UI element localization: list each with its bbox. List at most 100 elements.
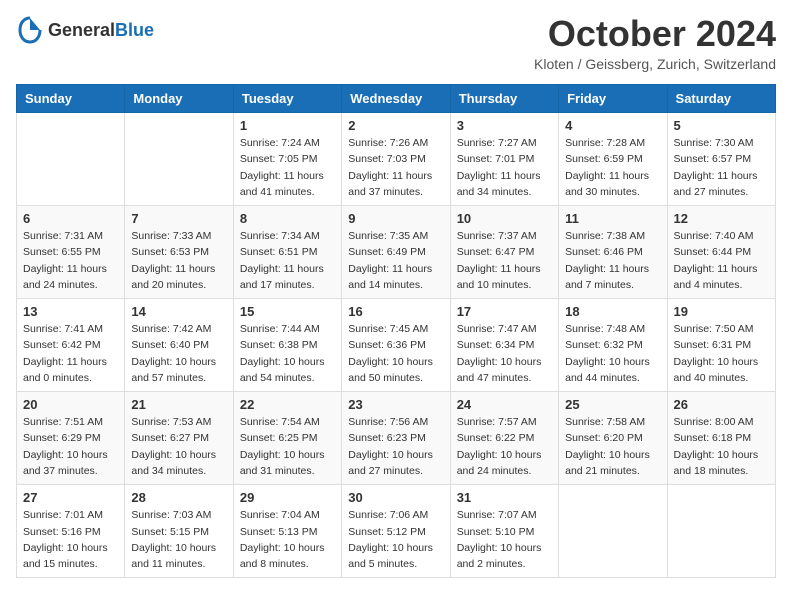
day-info: Sunrise: 7:24 AM Sunset: 7:05 PM Dayligh…	[240, 135, 335, 200]
calendar-cell: 19Sunrise: 7:50 AM Sunset: 6:31 PM Dayli…	[667, 299, 775, 392]
day-number: 25	[565, 397, 660, 412]
day-number: 10	[457, 211, 552, 226]
logo-icon	[16, 16, 44, 44]
day-number: 14	[131, 304, 226, 319]
calendar-cell: 9 Sunrise: 7:35 AM Sunset: 6:49 PM Daylig…	[342, 206, 450, 299]
calendar-week-row: 20 Sunrise: 7:51 AM Sunset: 6:29 PM Dayli…	[17, 392, 776, 485]
day-info: Sunrise: 7:57 AM Sunset: 6:22 PM Dayligh…	[457, 414, 552, 479]
day-number: 21	[131, 397, 226, 412]
calendar-cell: 20 Sunrise: 7:51 AM Sunset: 6:29 PM Dayli…	[17, 392, 125, 485]
calendar-cell: 26 Sunrise: 8:00 AM Sunset: 6:18 PM Dayli…	[667, 392, 775, 485]
day-info: Sunrise: 7:44 AM Sunset: 6:38 PM Dayligh…	[240, 321, 335, 386]
weekday-header: Monday	[125, 85, 233, 113]
day-info: Sunrise: 7:28 AM Sunset: 6:59 PM Dayligh…	[565, 135, 660, 200]
logo: GeneralBlue	[16, 16, 154, 44]
calendar-cell: 7 Sunrise: 7:33 AM Sunset: 6:53 PM Daylig…	[125, 206, 233, 299]
calendar-cell: 31Sunrise: 7:07 AM Sunset: 5:10 PM Dayli…	[450, 485, 558, 578]
day-info: Sunrise: 7:54 AM Sunset: 6:25 PM Dayligh…	[240, 414, 335, 479]
weekday-header: Saturday	[667, 85, 775, 113]
calendar-cell: 11 Sunrise: 7:38 AM Sunset: 6:46 PM Dayli…	[559, 206, 667, 299]
day-info: Sunrise: 7:41 AM Sunset: 6:42 PM Dayligh…	[23, 321, 118, 386]
calendar-cell: 29 Sunrise: 7:04 AM Sunset: 5:13 PM Dayli…	[233, 485, 341, 578]
day-number: 22	[240, 397, 335, 412]
day-info: Sunrise: 7:01 AM Sunset: 5:16 PM Dayligh…	[23, 507, 118, 572]
logo-blue-text: Blue	[115, 20, 154, 40]
calendar-cell: 1Sunrise: 7:24 AM Sunset: 7:05 PM Daylig…	[233, 113, 341, 206]
day-number: 26	[674, 397, 769, 412]
day-info: Sunrise: 7:42 AM Sunset: 6:40 PM Dayligh…	[131, 321, 226, 386]
day-number: 18	[565, 304, 660, 319]
calendar-week-row: 1Sunrise: 7:24 AM Sunset: 7:05 PM Daylig…	[17, 113, 776, 206]
day-number: 28	[131, 490, 226, 505]
calendar-cell: 28 Sunrise: 7:03 AM Sunset: 5:15 PM Dayli…	[125, 485, 233, 578]
day-info: Sunrise: 7:07 AM Sunset: 5:10 PM Dayligh…	[457, 507, 552, 572]
calendar-week-row: 6 Sunrise: 7:31 AM Sunset: 6:55 PM Daylig…	[17, 206, 776, 299]
day-info: Sunrise: 7:27 AM Sunset: 7:01 PM Dayligh…	[457, 135, 552, 200]
day-info: Sunrise: 7:48 AM Sunset: 6:32 PM Dayligh…	[565, 321, 660, 386]
day-number: 5	[674, 118, 769, 133]
calendar-cell: 13 Sunrise: 7:41 AM Sunset: 6:42 PM Dayli…	[17, 299, 125, 392]
day-number: 17	[457, 304, 552, 319]
day-number: 11	[565, 211, 660, 226]
calendar-cell: 18 Sunrise: 7:48 AM Sunset: 6:32 PM Dayli…	[559, 299, 667, 392]
day-info: Sunrise: 7:35 AM Sunset: 6:49 PM Dayligh…	[348, 228, 443, 293]
day-number: 16	[348, 304, 443, 319]
calendar-cell: 23Sunrise: 7:56 AM Sunset: 6:23 PM Dayli…	[342, 392, 450, 485]
day-info: Sunrise: 7:45 AM Sunset: 6:36 PM Dayligh…	[348, 321, 443, 386]
day-number: 9	[348, 211, 443, 226]
location-text: Kloten / Geissberg, Zurich, Switzerland	[534, 56, 776, 72]
day-number: 6	[23, 211, 118, 226]
day-number: 13	[23, 304, 118, 319]
calendar-cell	[125, 113, 233, 206]
calendar-cell: 14 Sunrise: 7:42 AM Sunset: 6:40 PM Dayli…	[125, 299, 233, 392]
calendar-cell	[559, 485, 667, 578]
day-info: Sunrise: 7:06 AM Sunset: 5:12 PM Dayligh…	[348, 507, 443, 572]
calendar-cell: 24 Sunrise: 7:57 AM Sunset: 6:22 PM Dayli…	[450, 392, 558, 485]
calendar-cell: 5Sunrise: 7:30 AM Sunset: 6:57 PM Daylig…	[667, 113, 775, 206]
day-info: Sunrise: 7:47 AM Sunset: 6:34 PM Dayligh…	[457, 321, 552, 386]
day-info: Sunrise: 7:58 AM Sunset: 6:20 PM Dayligh…	[565, 414, 660, 479]
day-number: 20	[23, 397, 118, 412]
calendar-cell: 30Sunrise: 7:06 AM Sunset: 5:12 PM Dayli…	[342, 485, 450, 578]
day-number: 4	[565, 118, 660, 133]
day-info: Sunrise: 7:56 AM Sunset: 6:23 PM Dayligh…	[348, 414, 443, 479]
weekday-header: Tuesday	[233, 85, 341, 113]
calendar-cell: 8Sunrise: 7:34 AM Sunset: 6:51 PM Daylig…	[233, 206, 341, 299]
weekday-header-row: SundayMondayTuesdayWednesdayThursdayFrid…	[17, 85, 776, 113]
day-number: 12	[674, 211, 769, 226]
calendar-cell: 16 Sunrise: 7:45 AM Sunset: 6:36 PM Dayli…	[342, 299, 450, 392]
day-number: 27	[23, 490, 118, 505]
day-info: Sunrise: 7:51 AM Sunset: 6:29 PM Dayligh…	[23, 414, 118, 479]
calendar-cell: 12Sunrise: 7:40 AM Sunset: 6:44 PM Dayli…	[667, 206, 775, 299]
calendar-week-row: 27 Sunrise: 7:01 AM Sunset: 5:16 PM Dayli…	[17, 485, 776, 578]
calendar-cell: 6 Sunrise: 7:31 AM Sunset: 6:55 PM Daylig…	[17, 206, 125, 299]
day-info: Sunrise: 7:53 AM Sunset: 6:27 PM Dayligh…	[131, 414, 226, 479]
title-section: October 2024 Kloten / Geissberg, Zurich,…	[534, 16, 776, 72]
calendar-cell: 2Sunrise: 7:26 AM Sunset: 7:03 PM Daylig…	[342, 113, 450, 206]
day-info: Sunrise: 7:04 AM Sunset: 5:13 PM Dayligh…	[240, 507, 335, 572]
day-info: Sunrise: 7:34 AM Sunset: 6:51 PM Dayligh…	[240, 228, 335, 293]
calendar-cell	[667, 485, 775, 578]
weekday-header: Thursday	[450, 85, 558, 113]
day-info: Sunrise: 7:03 AM Sunset: 5:15 PM Dayligh…	[131, 507, 226, 572]
calendar-cell: 21 Sunrise: 7:53 AM Sunset: 6:27 PM Dayli…	[125, 392, 233, 485]
day-info: Sunrise: 8:00 AM Sunset: 6:18 PM Dayligh…	[674, 414, 769, 479]
page-header: GeneralBlue October 2024 Kloten / Geissb…	[16, 16, 776, 72]
calendar-cell: 17 Sunrise: 7:47 AM Sunset: 6:34 PM Dayli…	[450, 299, 558, 392]
day-number: 29	[240, 490, 335, 505]
calendar-cell: 22 Sunrise: 7:54 AM Sunset: 6:25 PM Dayli…	[233, 392, 341, 485]
day-number: 15	[240, 304, 335, 319]
calendar-cell	[17, 113, 125, 206]
calendar-cell: 4 Sunrise: 7:28 AM Sunset: 6:59 PM Daylig…	[559, 113, 667, 206]
day-info: Sunrise: 7:38 AM Sunset: 6:46 PM Dayligh…	[565, 228, 660, 293]
weekday-header: Friday	[559, 85, 667, 113]
day-info: Sunrise: 7:33 AM Sunset: 6:53 PM Dayligh…	[131, 228, 226, 293]
day-number: 7	[131, 211, 226, 226]
month-title: October 2024	[534, 16, 776, 52]
day-number: 24	[457, 397, 552, 412]
day-info: Sunrise: 7:31 AM Sunset: 6:55 PM Dayligh…	[23, 228, 118, 293]
calendar-table: SundayMondayTuesdayWednesdayThursdayFrid…	[16, 84, 776, 578]
logo-general-text: General	[48, 20, 115, 40]
day-info: Sunrise: 7:37 AM Sunset: 6:47 PM Dayligh…	[457, 228, 552, 293]
calendar-week-row: 13 Sunrise: 7:41 AM Sunset: 6:42 PM Dayli…	[17, 299, 776, 392]
